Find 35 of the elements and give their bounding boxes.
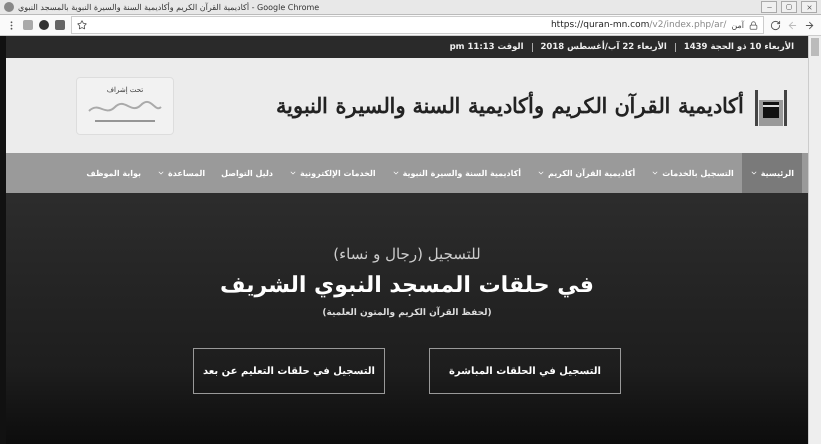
caret-icon xyxy=(289,169,298,177)
close-icon xyxy=(806,4,812,10)
hero-heading: في حلقات المسجد النبوي الشريف xyxy=(220,273,594,298)
maximize-icon xyxy=(786,4,792,10)
hero-subheading: (لحفظ القرآن الكريم والمتون العلمية) xyxy=(322,308,492,318)
reload-icon[interactable] xyxy=(770,20,781,30)
nav-item[interactable]: الخدمات الإلكترونية xyxy=(281,153,384,193)
caret-icon xyxy=(392,169,400,177)
forward-icon[interactable] xyxy=(804,20,815,30)
date-text: الأربعاء 22 آب/أغسطس 2018 xyxy=(540,42,667,52)
nav-item[interactable]: التسجيل بالخدمات xyxy=(643,153,742,193)
close-button[interactable] xyxy=(801,1,817,13)
caret-icon xyxy=(750,169,758,177)
register-button[interactable]: التسجيل في الحلقات المباشرة xyxy=(429,348,621,394)
logo-text: أكاديمية القرآن الكريم وأكاديمية السنة والسيرة النبوية xyxy=(276,93,744,118)
date-text: الأربعاء 10 ذو الحجة 1439 xyxy=(684,42,794,52)
date-text: الوقت 11:13 pm xyxy=(450,42,524,52)
nav-item[interactable]: بوابة الموظف xyxy=(78,153,150,193)
register-button[interactable]: التسجيل في حلقات التعليم عن بعد xyxy=(193,348,385,394)
lock-icon xyxy=(749,20,758,30)
caret-icon xyxy=(157,169,166,177)
star-icon[interactable] xyxy=(77,20,87,30)
nav-item[interactable]: أكاديمية السنة والسيرة النبوية xyxy=(384,153,529,193)
nav-item[interactable]: أكاديمية القرآن الكريم xyxy=(528,153,644,193)
hero-kicker: للتسجيل (رجال و نساء) xyxy=(333,245,481,263)
window-title: أكاديمية القرآن الكريم وأكاديمية السنة والسيرة النبوية بالمسجد النبوي - Google Chrome xyxy=(18,2,320,12)
caret-icon xyxy=(651,169,660,177)
maximize-button[interactable] xyxy=(781,1,797,13)
nav-item[interactable]: الرئيسية xyxy=(742,153,802,193)
url-text: https://quran-mn.com/v2/index.php/ar/ xyxy=(550,20,726,30)
caret-icon xyxy=(536,169,545,177)
chrome-icon xyxy=(4,2,14,12)
nav-item[interactable]: دليل التواصل xyxy=(213,153,282,193)
nav-item[interactable]: المساعدة xyxy=(149,153,214,193)
secure-label: آمن xyxy=(731,20,744,30)
